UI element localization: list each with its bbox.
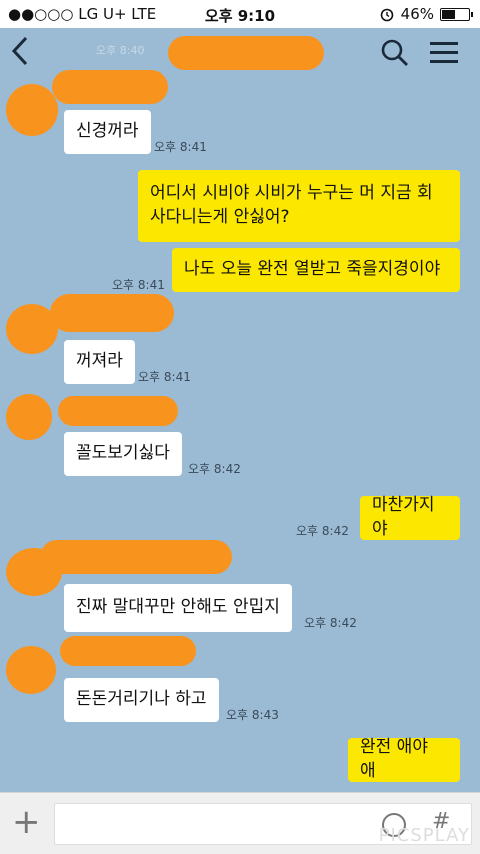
message-bubble: 나도 오늘 완전 열받고 죽을지경이야 xyxy=(172,248,460,292)
message-bubble: 돈돈거리기나 하고 xyxy=(64,678,219,722)
redacted-name xyxy=(52,70,168,104)
redacted-avatar xyxy=(6,84,58,136)
alarm-icon xyxy=(380,8,393,22)
input-bar: + # PICSPLAY xyxy=(0,792,480,854)
message-bubble: 어디서 시비야 시비가 누구는 머 지금 회사다니는게 안싫어? xyxy=(138,170,460,242)
message-bubble: 꼴도보기싫다 xyxy=(64,432,182,476)
chevron-left-icon xyxy=(11,36,28,66)
message-time: 오후 8:42 xyxy=(304,616,357,630)
message-time: 오후 8:41 xyxy=(138,370,191,384)
redacted-chat-title xyxy=(168,36,324,70)
message-bubble: 진짜 말대꾸만 안해도 안밉지 xyxy=(64,584,292,632)
battery-percent: 46% xyxy=(400,5,434,23)
battery-icon xyxy=(440,7,473,21)
watermark-logo: PICSPLAY xyxy=(378,825,470,846)
redacted-name xyxy=(50,294,174,332)
faded-preview-text: 오후 8:40 xyxy=(96,44,145,57)
status-bar: ●●○○○ LG U+ LTE 오후 9:10 46% xyxy=(0,0,480,28)
message-time: 오후 8:41 xyxy=(112,278,165,292)
message-time: 오후 8:42 xyxy=(296,524,349,538)
message-time: 오후 8:43 xyxy=(226,708,279,722)
redacted-avatar xyxy=(6,394,52,440)
message-time: 오후 8:42 xyxy=(188,462,241,476)
menu-icon[interactable] xyxy=(430,42,458,64)
message-bubble: 완전 애야 애 xyxy=(348,737,460,782)
back-button[interactable] xyxy=(10,34,30,77)
redacted-name xyxy=(40,540,232,574)
status-right: 46% xyxy=(379,5,473,23)
message-bubble: 꺼져라 xyxy=(64,340,135,384)
redacted-avatar xyxy=(6,646,56,694)
redacted-name xyxy=(58,396,178,426)
message-bubble: 신경꺼라 xyxy=(64,110,151,154)
plus-button[interactable]: + xyxy=(12,805,41,839)
search-icon[interactable] xyxy=(380,38,410,68)
message-bubble: 마찬가지야 xyxy=(360,495,460,540)
redacted-name xyxy=(60,636,196,666)
message-time: 오후 8:41 xyxy=(154,140,207,154)
